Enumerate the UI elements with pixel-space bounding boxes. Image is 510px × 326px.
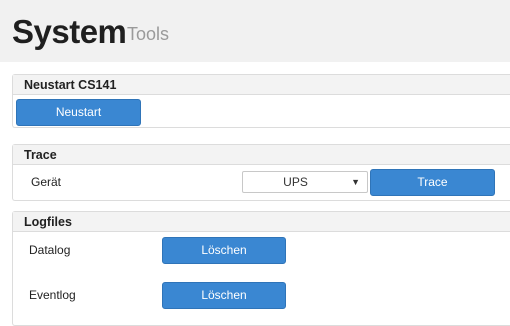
page-header: System Tools [0, 0, 510, 62]
device-select-value: UPS [283, 175, 308, 189]
logfiles-panel-title: Logfiles [13, 212, 510, 232]
clear-datalog-button[interactable]: Löschen [162, 237, 286, 264]
clear-eventlog-button[interactable]: Löschen [162, 282, 286, 309]
restart-button[interactable]: Neustart [16, 99, 141, 126]
eventlog-label: Eventlog [29, 288, 76, 302]
page-title: System [12, 13, 127, 50]
trace-button[interactable]: Trace [370, 169, 495, 196]
device-select[interactable]: UPS ▼ [242, 171, 368, 193]
trace-panel-title: Trace [13, 145, 510, 165]
restart-panel-title: Neustart CS141 [13, 75, 510, 95]
datalog-label: Datalog [29, 243, 71, 257]
page-subtitle: Tools [127, 24, 170, 44]
chevron-down-icon: ▼ [351, 177, 360, 187]
device-label: Gerät [31, 175, 62, 189]
